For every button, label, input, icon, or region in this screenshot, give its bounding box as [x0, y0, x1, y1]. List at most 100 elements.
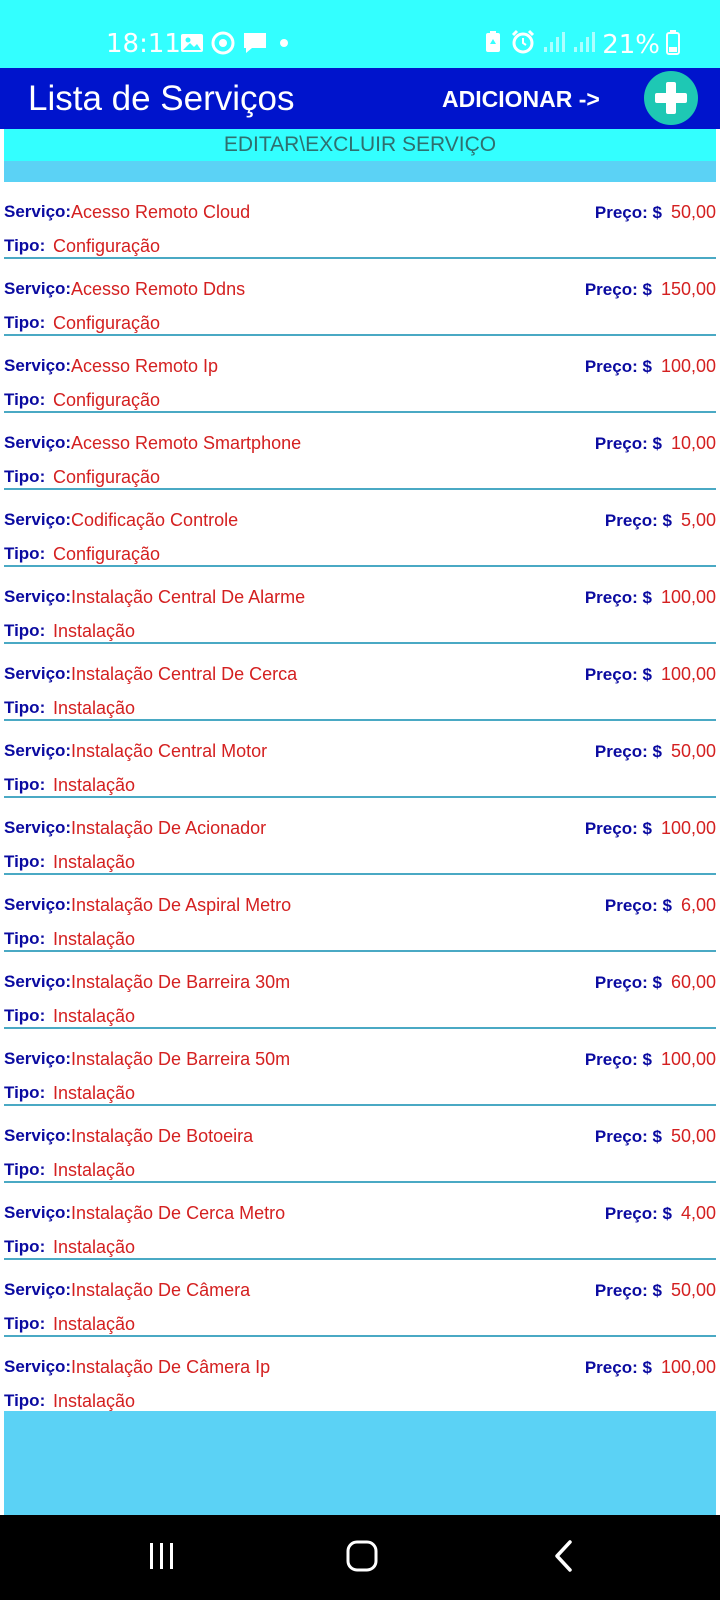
- service-row[interactable]: Serviço: Codificação Controle Preço: $ 5…: [4, 490, 716, 567]
- add-service-button[interactable]: [644, 71, 698, 125]
- add-service-label[interactable]: ADICIONAR ->: [442, 85, 600, 113]
- price-value: 100,00: [660, 664, 716, 684]
- type-value: Instalação: [53, 1083, 136, 1103]
- service-row[interactable]: Serviço: Acesso Remoto Smartphone Preço:…: [4, 413, 716, 490]
- home-button[interactable]: [332, 1533, 392, 1583]
- price-value: 150,00: [660, 279, 716, 299]
- price-group: Preço: $ 5,00: [605, 509, 716, 532]
- type-label: Tipo:: [4, 1006, 46, 1025]
- service-row[interactable]: Serviço: Instalação De Câmera Preço: $ 5…: [4, 1260, 716, 1337]
- price-value: 100,00: [660, 818, 716, 838]
- service-row[interactable]: Serviço: Instalação De Barreira 50m Preç…: [4, 1029, 716, 1106]
- type-label: Tipo:: [4, 390, 46, 409]
- service-name: Instalação De Botoeira: [71, 1126, 254, 1146]
- price-group: Preço: $ 100,00: [585, 1356, 716, 1379]
- service-name: Instalação De Barreira 50m: [71, 1049, 291, 1069]
- service-label: Serviço:: [4, 279, 72, 298]
- price-value: 10,00: [670, 433, 716, 453]
- battery-icon: [666, 29, 680, 60]
- edit-delete-label: EDITAR\EXCLUIR SERVIÇO: [223, 133, 497, 156]
- service-name: Instalação De Cerca Metro: [71, 1203, 286, 1223]
- recent-apps-button[interactable]: [132, 1533, 192, 1583]
- status-time: 18:11: [106, 29, 181, 59]
- navigation-bar: [0, 1515, 720, 1600]
- service-row[interactable]: Serviço: Instalação Central De Cerca Pre…: [4, 644, 716, 721]
- price-value: 50,00: [670, 1126, 716, 1146]
- type-label: Tipo:: [4, 1237, 46, 1256]
- type-label: Tipo:: [4, 467, 46, 486]
- service-row[interactable]: Serviço: Instalação De Botoeira Preço: $…: [4, 1106, 716, 1183]
- service-row[interactable]: Serviço: Instalação Central De Alarme Pr…: [4, 567, 716, 644]
- price-value: 4,00: [680, 1203, 716, 1223]
- service-label: Serviço:: [4, 664, 72, 683]
- price-group: Preço: $ 100,00: [585, 355, 716, 378]
- type-label: Tipo:: [4, 236, 46, 255]
- type-label: Tipo:: [4, 1391, 46, 1410]
- service-row[interactable]: Serviço: Acesso Remoto Ddns Preço: $ 150…: [4, 259, 716, 336]
- service-row[interactable]: Serviço: Instalação De Acionador Preço: …: [4, 798, 716, 875]
- type-label: Tipo:: [4, 698, 46, 717]
- price-group: Preço: $ 10,00: [595, 432, 716, 455]
- service-label: Serviço:: [4, 818, 72, 837]
- type-label: Tipo:: [4, 544, 46, 563]
- price-label: Preço: $: [594, 434, 662, 453]
- type-label: Tipo:: [4, 852, 46, 871]
- status-system-icons: 21%: [482, 29, 680, 60]
- type-label: Tipo:: [4, 929, 46, 948]
- signal-icon-2: [572, 30, 596, 59]
- type-value: Configuração: [53, 467, 161, 487]
- service-name: Instalação Central De Alarme: [71, 587, 306, 607]
- type-value: Configuração: [53, 236, 161, 256]
- service-row[interactable]: Serviço: Instalação De Barreira 30m Preç…: [4, 952, 716, 1029]
- type-value: Instalação: [53, 1237, 136, 1257]
- price-group: Preço: $ 100,00: [585, 1048, 716, 1071]
- service-label: Serviço:: [4, 587, 72, 606]
- service-name: Instalação De Aspiral Metro: [71, 895, 292, 915]
- type-value: Configuração: [53, 390, 161, 410]
- signal-icon: [542, 30, 566, 59]
- type-value: Instalação: [53, 775, 136, 795]
- type-value: Instalação: [53, 929, 136, 949]
- price-value: 100,00: [660, 356, 716, 376]
- service-name: Instalação De Acionador: [71, 818, 267, 838]
- price-label: Preço: $: [594, 742, 662, 761]
- type-label: Tipo:: [4, 775, 46, 794]
- sync-icon: [210, 30, 236, 61]
- price-label: Preço: $: [584, 1358, 652, 1377]
- price-group: Preço: $ 50,00: [595, 201, 716, 224]
- service-name: Instalação De Barreira 30m: [71, 972, 291, 992]
- service-label: Serviço:: [4, 510, 72, 529]
- service-label: Serviço:: [4, 741, 72, 760]
- service-name: Acesso Remoto Cloud: [71, 202, 251, 222]
- price-value: 100,00: [660, 587, 716, 607]
- service-row[interactable]: Serviço: Instalação De Cerca Metro Preço…: [4, 1183, 716, 1260]
- edit-delete-bar[interactable]: EDITAR\EXCLUIR SERVIÇO: [4, 129, 716, 161]
- price-value: 50,00: [670, 1280, 716, 1300]
- price-label: Preço: $: [604, 511, 672, 530]
- price-label: Preço: $: [594, 973, 662, 992]
- type-label: Tipo:: [4, 1160, 46, 1179]
- header-strip: [4, 161, 716, 182]
- type-label: Tipo:: [4, 621, 46, 640]
- type-value: Instalação: [53, 1314, 136, 1334]
- service-row[interactable]: Serviço: Instalação Central Motor Preço:…: [4, 721, 716, 798]
- price-group: Preço: $ 6,00: [605, 894, 716, 917]
- price-group: Preço: $ 50,00: [595, 1125, 716, 1148]
- price-label: Preço: $: [604, 1204, 672, 1223]
- price-label: Preço: $: [594, 1127, 662, 1146]
- service-name: Acesso Remoto Ddns: [71, 279, 246, 299]
- home-icon: [345, 1539, 379, 1578]
- type-value: Configuração: [53, 313, 161, 333]
- type-value: Instalação: [53, 698, 136, 718]
- page-title: Lista de Serviços: [28, 79, 295, 118]
- service-row[interactable]: Serviço: Acesso Remoto Cloud Preço: $ 50…: [4, 182, 716, 259]
- gallery-icon: [180, 32, 204, 59]
- service-row[interactable]: Serviço: Instalação De Aspiral Metro Pre…: [4, 875, 716, 952]
- price-value: 6,00: [680, 895, 716, 915]
- service-row[interactable]: Serviço: Instalação De Câmera Ip Preço: …: [4, 1337, 716, 1411]
- price-group: Preço: $ 50,00: [595, 740, 716, 763]
- price-group: Preço: $ 60,00: [595, 971, 716, 994]
- back-button[interactable]: [534, 1533, 594, 1583]
- price-value: 50,00: [670, 202, 716, 222]
- service-row[interactable]: Serviço: Acesso Remoto Ip Preço: $ 100,0…: [4, 336, 716, 413]
